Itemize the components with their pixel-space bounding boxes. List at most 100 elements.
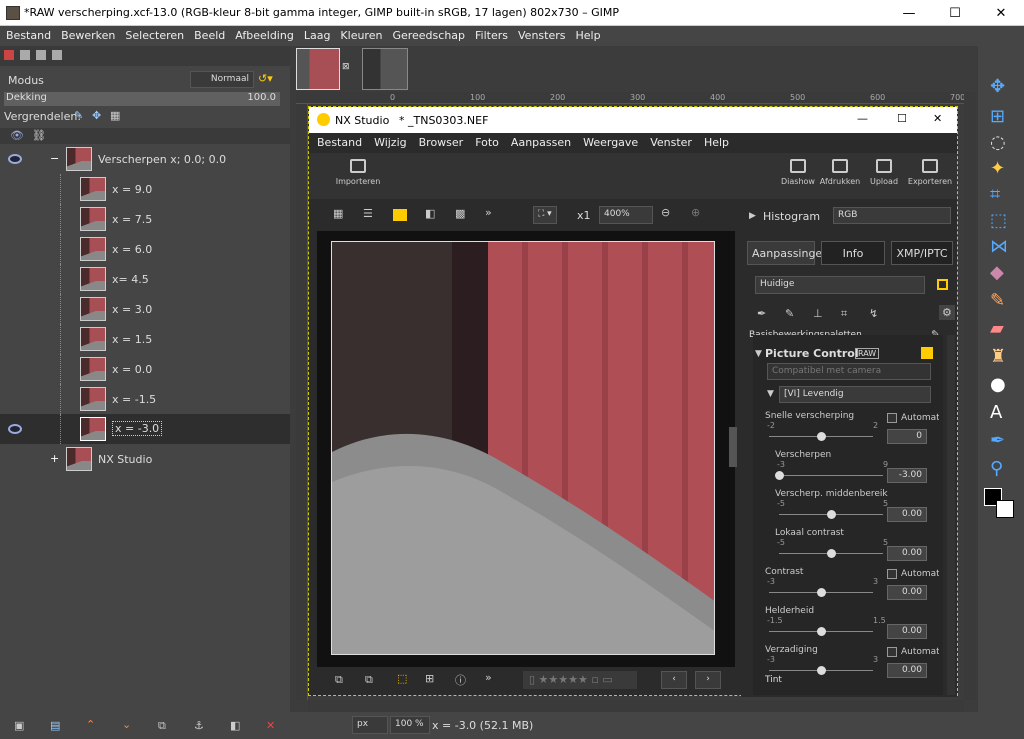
nx-close-button[interactable]: ✕ xyxy=(933,112,942,125)
param-value[interactable]: 0.00 xyxy=(887,546,927,561)
viewer-collapse-handle[interactable] xyxy=(729,427,737,467)
menu-bestand[interactable]: Bestand xyxy=(0,26,55,42)
nx-minimize-button[interactable]: — xyxy=(857,112,868,125)
new-layer-icon[interactable]: ▣ xyxy=(14,719,24,732)
duplicate-layer-icon[interactable]: ⧉ xyxy=(158,719,166,733)
nx-menu-wijzig[interactable]: Wijzig xyxy=(366,133,411,149)
import-button[interactable]: Importeren xyxy=(335,159,381,199)
visibility-eye-icon[interactable] xyxy=(8,424,22,434)
align-tool-icon[interactable]: ⊞ xyxy=(990,106,1012,128)
zoom-select[interactable]: 400% xyxy=(599,206,653,224)
settings-icon[interactable]: ⚙ xyxy=(939,305,955,320)
menu-laag[interactable]: Laag xyxy=(298,26,335,42)
straighten-icon[interactable]: ⊥ xyxy=(813,307,823,320)
minimize-button[interactable]: — xyxy=(886,0,932,26)
info-icon[interactable]: ⓘ xyxy=(455,672,466,688)
pc-collapse-icon[interactable]: ▼ xyxy=(755,349,762,359)
compare-view-icon[interactable]: ◧ xyxy=(425,207,435,220)
param-value[interactable]: 0.00 xyxy=(887,507,927,522)
rating-bar[interactable]: ▯ ★★★★★ ▫ ▭ xyxy=(523,671,637,689)
zoom-status-select[interactable]: 100 % xyxy=(390,716,430,734)
menu-filters[interactable]: Filters xyxy=(469,26,512,42)
raise-layer-icon[interactable]: ⌃ xyxy=(86,718,95,731)
menu-kleuren[interactable]: Kleuren xyxy=(334,26,386,42)
layer-row[interactable]: x = 1.5 xyxy=(0,324,290,354)
preset-toggle-icon[interactable] xyxy=(937,279,948,290)
layer-mask-icon[interactable]: ◧ xyxy=(230,719,240,732)
warp-tool-icon[interactable]: ⋈ xyxy=(990,236,1012,258)
pc-value-collapse-icon[interactable]: ▼ xyxy=(767,389,774,399)
tab-info[interactable]: Info xyxy=(821,241,885,265)
group-expand-icon[interactable]: + xyxy=(50,452,59,465)
layer-row[interactable]: x = 3.0 xyxy=(0,294,290,324)
redeye-icon[interactable]: ↯ xyxy=(869,307,878,320)
bucket-fill-icon[interactable]: ◆ xyxy=(990,262,1012,284)
history-tab-icon[interactable] xyxy=(52,50,62,60)
histogram-select[interactable]: RGB xyxy=(833,207,951,224)
stack-icon[interactable]: ⧉ xyxy=(335,673,343,687)
layer-row[interactable]: x = 6.0 xyxy=(0,234,290,264)
paths-tab-icon[interactable] xyxy=(36,50,46,60)
param-value[interactable]: 0.00 xyxy=(887,663,927,678)
panel-scrollbar[interactable] xyxy=(947,335,955,695)
list-view-icon[interactable]: ☰ xyxy=(363,207,373,220)
nx-menu-foto[interactable]: Foto xyxy=(467,133,503,149)
layer-row[interactable]: x = -1.5 xyxy=(0,384,290,414)
group-expand-icon[interactable]: − xyxy=(50,152,59,165)
anchor-layer-icon[interactable]: ⚓ xyxy=(194,719,204,732)
pc-select[interactable]: [VI] Levendig xyxy=(779,386,931,403)
nx-menu-bestand[interactable]: Bestand xyxy=(309,133,366,149)
tab-xmpiptc[interactable]: XMP/IPTC xyxy=(891,241,953,265)
horizontal-scrollbar[interactable] xyxy=(308,700,964,712)
lasso-tool-icon[interactable]: ◌ xyxy=(990,132,1012,154)
menu-gereedschap[interactable]: Gereedschap xyxy=(386,26,469,42)
new-group-icon[interactable]: ▤ xyxy=(50,719,60,732)
layer-row[interactable]: x = 7.5 xyxy=(0,204,290,234)
slideshow-button[interactable]: Diashow xyxy=(775,159,821,199)
stack-all-icon[interactable]: ⧉ xyxy=(365,673,373,687)
lower-layer-icon[interactable]: ⌄ xyxy=(122,718,131,731)
layer-row[interactable]: x= 4.5 xyxy=(0,264,290,294)
param-value[interactable]: -3.00 xyxy=(887,468,927,483)
zoom-tool-icon[interactable]: ⚲ xyxy=(990,458,1012,480)
image-tab-2[interactable] xyxy=(362,48,408,90)
menu-vensters[interactable]: Vensters xyxy=(512,26,569,42)
paintbrush-icon[interactable]: ✎ xyxy=(990,290,1012,312)
param-slider-knob[interactable] xyxy=(827,510,836,519)
param-slider-knob[interactable] xyxy=(827,549,836,558)
mode-reset-icon[interactable]: ↺▾ xyxy=(258,72,273,85)
zoom-in-icon[interactable]: ⊕ xyxy=(691,206,700,219)
lock-position-icon[interactable]: ✥ xyxy=(92,109,101,122)
text-tool-icon[interactable]: A xyxy=(990,402,1012,424)
vertical-scrollbar[interactable] xyxy=(964,92,976,700)
nx-menu-browser[interactable]: Browser xyxy=(411,133,468,149)
crop-icon[interactable]: ⬚ xyxy=(397,672,407,685)
visibility-eye-icon[interactable] xyxy=(8,154,22,164)
print-button[interactable]: Afdrukken xyxy=(817,159,863,199)
param-slider-knob[interactable] xyxy=(817,627,826,636)
param-value[interactable]: 0.00 xyxy=(887,585,927,600)
color-picker-icon[interactable]: ✒ xyxy=(990,430,1012,452)
background-color[interactable] xyxy=(996,500,1014,518)
channels-tab-icon[interactable] xyxy=(20,50,30,60)
tab-aanpassingen[interactable]: Aanpassingen xyxy=(747,241,829,265)
auto-checkbox[interactable] xyxy=(887,413,897,423)
param-slider-knob[interactable] xyxy=(775,471,784,480)
fit-view-button[interactable]: ⛶ ▾ xyxy=(533,206,557,224)
param-value[interactable]: 0.00 xyxy=(887,624,927,639)
param-slider-knob[interactable] xyxy=(817,588,826,597)
more-icon[interactable]: » xyxy=(485,206,492,219)
image-tab-1[interactable] xyxy=(296,48,340,90)
auto-checkbox[interactable] xyxy=(887,569,897,579)
upload-button[interactable]: Upload xyxy=(861,159,907,199)
layer-row[interactable]: x = -3.0 xyxy=(0,414,290,444)
unit-select[interactable]: px xyxy=(352,716,388,734)
menu-beeld[interactable]: Beeld xyxy=(188,26,229,42)
param-slider[interactable] xyxy=(779,475,883,476)
rating-stars-icon[interactable]: ▯ ★★★★★ ▫ ▭ xyxy=(529,673,613,686)
nx-menu-weergave[interactable]: Weergave xyxy=(575,133,642,149)
retouch-icon[interactable]: ✎ xyxy=(785,307,794,320)
grid-view-icon[interactable]: ▦ xyxy=(333,207,343,220)
maximize-button[interactable]: ☐ xyxy=(932,0,978,26)
param-value[interactable]: 0 xyxy=(887,429,927,444)
